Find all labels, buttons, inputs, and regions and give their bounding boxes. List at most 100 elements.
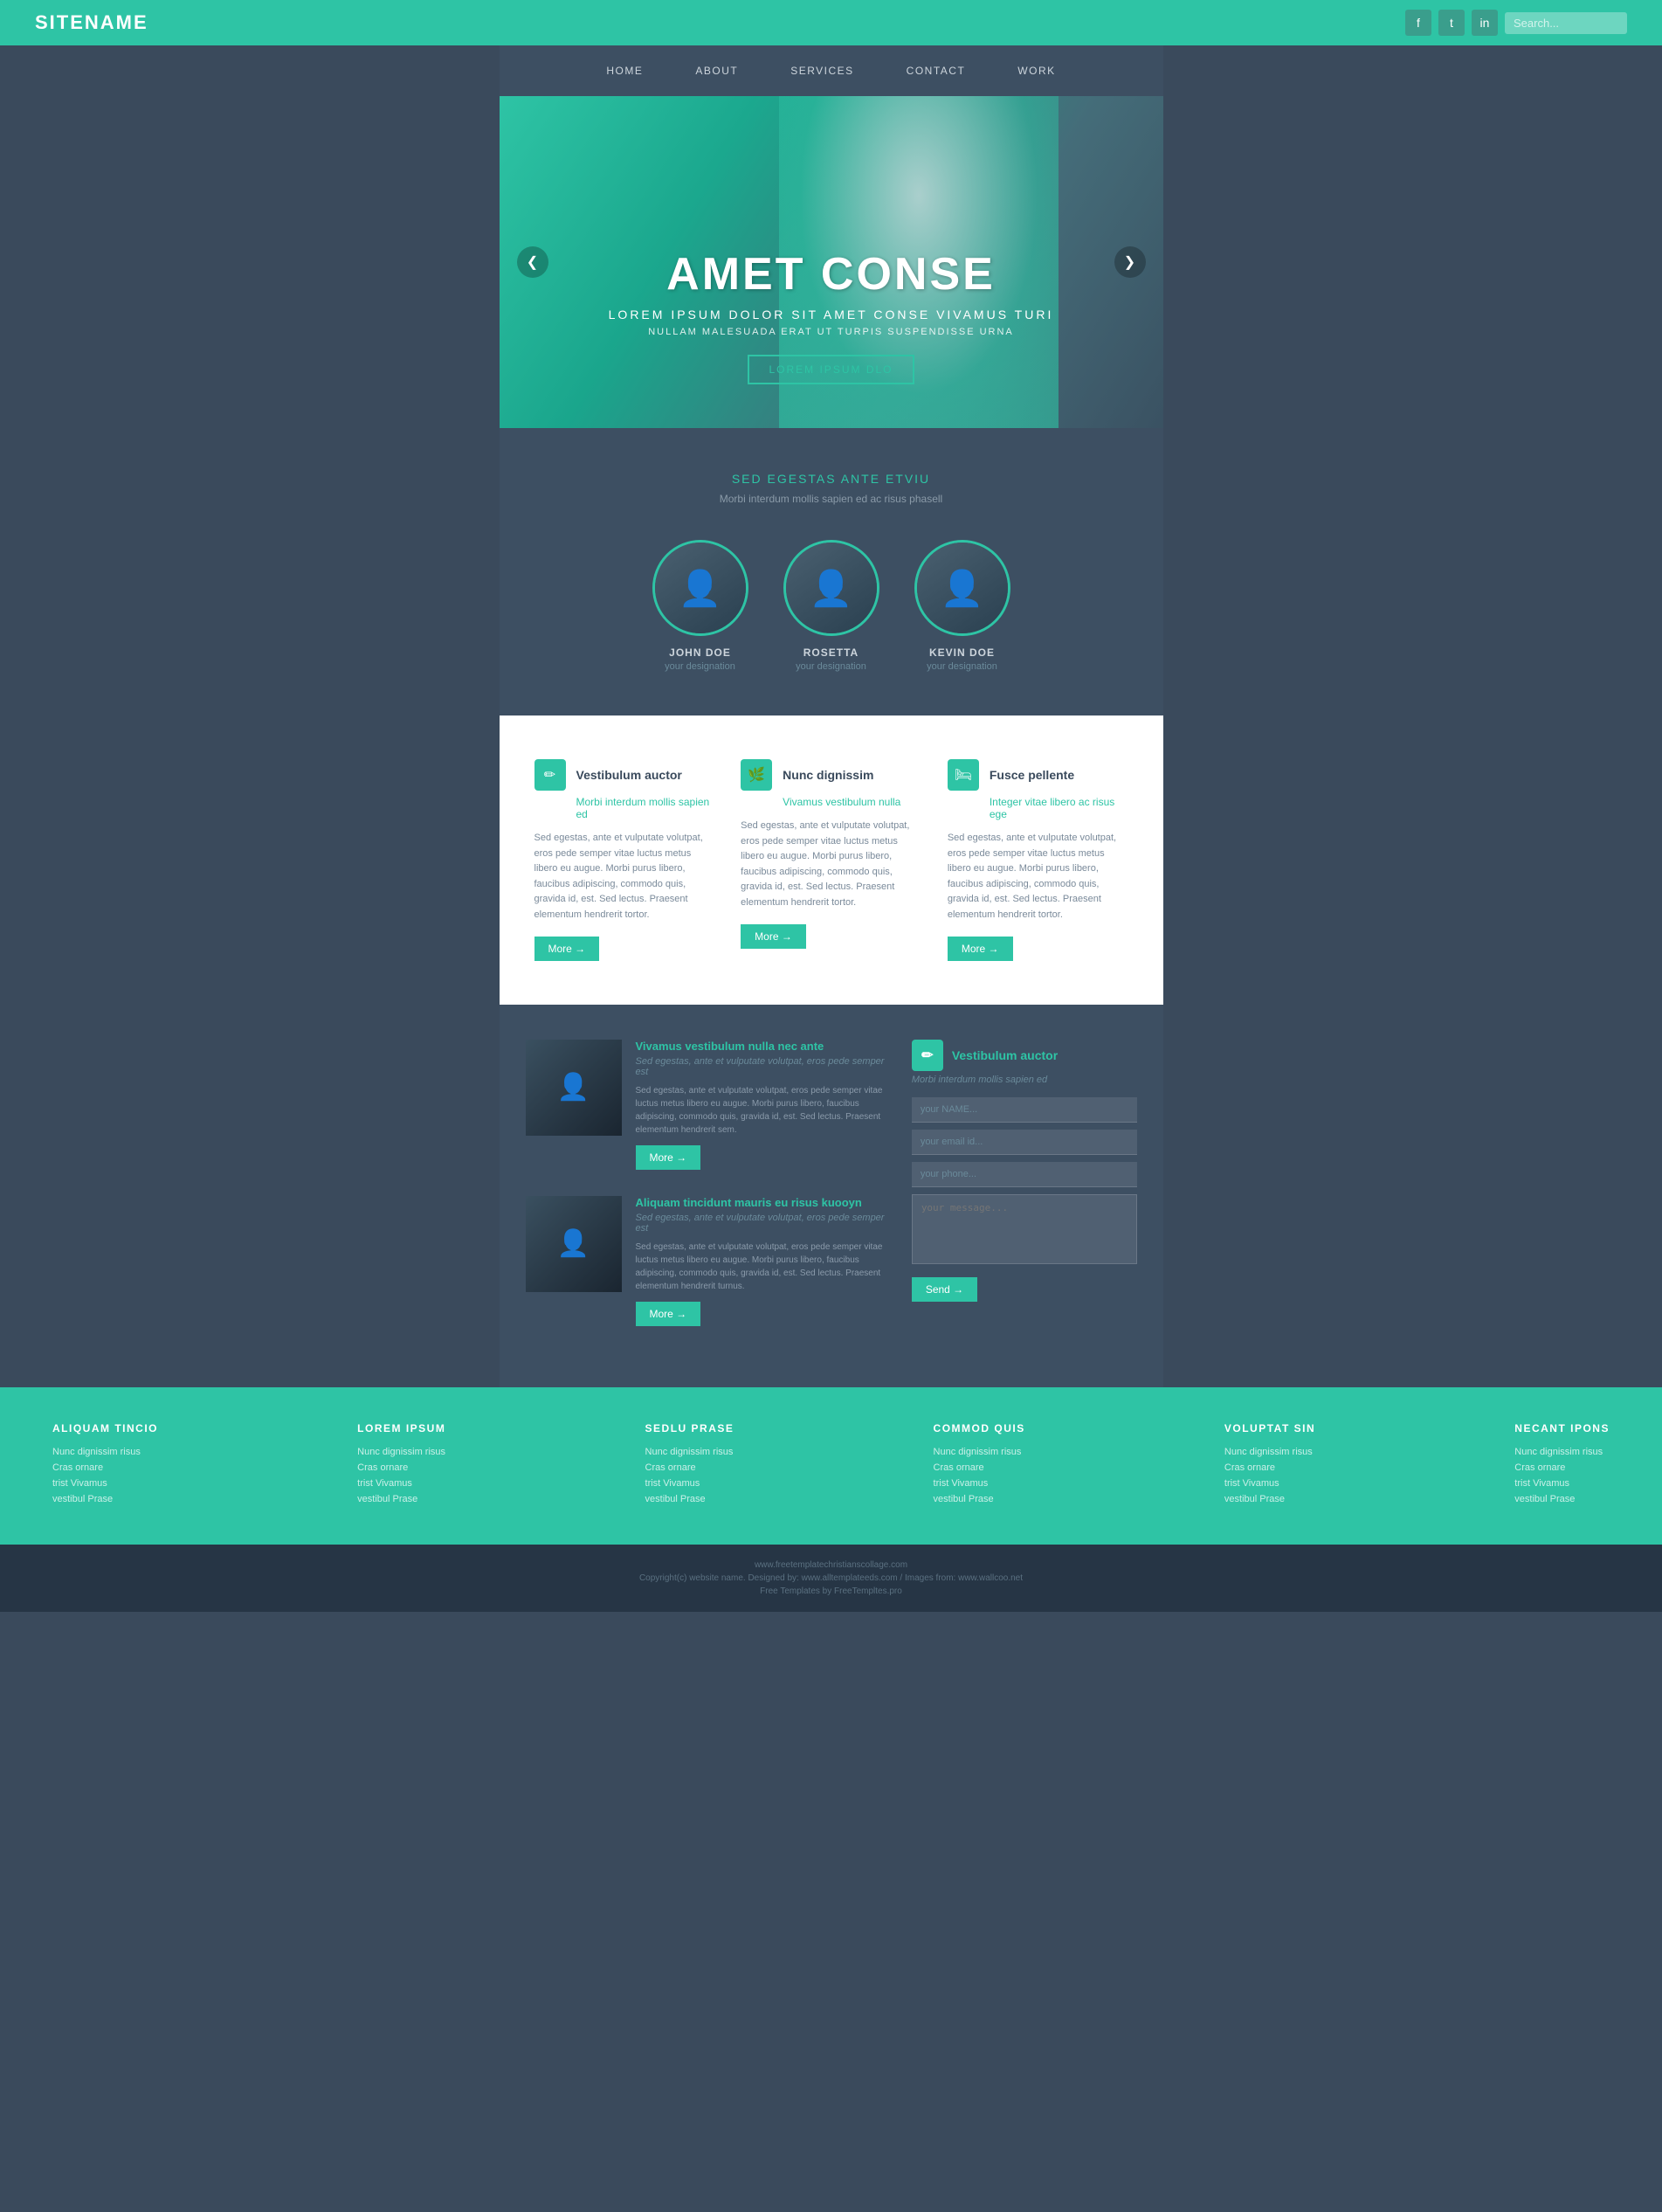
footer-link-6-4[interactable]: vestibul Prase xyxy=(1514,1494,1610,1504)
team-member-3: 👤 KEVIN DOE your designation xyxy=(914,540,1010,672)
footer-link-5-4[interactable]: vestibul Prase xyxy=(1224,1494,1315,1504)
twitter-icon[interactable]: t xyxy=(1438,10,1465,36)
blog-thumbnail-2: 👤 xyxy=(526,1196,622,1292)
footer-link-5-3[interactable]: trist Vivamus xyxy=(1224,1478,1315,1489)
service-icon-3: 🛏 xyxy=(948,759,979,791)
contact-message-field[interactable] xyxy=(912,1194,1137,1264)
footer-link-6-1[interactable]: Nunc dignissim risus xyxy=(1514,1447,1610,1457)
blog-title-1: Vivamus vestibulum nulla nec ante xyxy=(636,1040,886,1053)
footer-link-4-4[interactable]: vestibul Prase xyxy=(934,1494,1025,1504)
footer-col-2: LOREM IPSUM Nunc dignissim risus Cras or… xyxy=(357,1422,445,1510)
hero-tagline: NULLAM MALESUADA ERAT UT TURPIS SUSPENDI… xyxy=(609,327,1054,337)
footer-link-3-3[interactable]: trist Vivamus xyxy=(645,1478,734,1489)
blog-subtitle-2: Sed egestas, ante et vulputate volutpat,… xyxy=(636,1213,886,1234)
blog-text-2: Sed egestas, ante et vulputate volutpat,… xyxy=(636,1241,886,1293)
team-section: SED EGESTAS ANTE ETVIU Morbi interdum mo… xyxy=(500,428,1163,715)
avatar-placeholder-3: 👤 xyxy=(917,543,1008,633)
nav-services[interactable]: SERVICES xyxy=(790,65,853,77)
team-designation-2: your designation xyxy=(796,661,866,672)
footer-col-title-1: ALIQUAM TINCIO xyxy=(52,1422,158,1434)
contact-name-field[interactable] xyxy=(912,1097,1137,1123)
service-text-3: Sed egestas, ante et vulputate volutpat,… xyxy=(948,831,1128,923)
footer-link-4-2[interactable]: Cras ornare xyxy=(934,1462,1025,1473)
contact-email-field[interactable] xyxy=(912,1130,1137,1155)
footer-col-5: VOLUPTAT SIN Nunc dignissim risus Cras o… xyxy=(1224,1422,1315,1510)
footer-col-title-2: LOREM IPSUM xyxy=(357,1422,445,1434)
service-more-button-2[interactable]: More → xyxy=(741,924,806,949)
footer-link-3-4[interactable]: vestibul Prase xyxy=(645,1494,734,1504)
footer-col-title-5: VOLUPTAT SIN xyxy=(1224,1422,1315,1434)
service-highlight-2: Vivamus vestibulum nulla xyxy=(783,796,921,808)
blog-info-1: Vivamus vestibulum nulla nec ante Sed eg… xyxy=(636,1040,886,1170)
service-card-3: 🛏 Fusce pellente Integer vitae libero ac… xyxy=(948,759,1128,961)
service-card-2: 🌿 Nunc dignissim Vivamus vestibulum null… xyxy=(741,759,921,961)
footer-col-3: SEDLU PRASE Nunc dignissim risus Cras or… xyxy=(645,1422,734,1510)
hero-title: AMET CONSE xyxy=(609,248,1054,301)
team-member-1: 👤 JOHN DOE your designation xyxy=(652,540,748,672)
footer-copyright: Copyright(c) website name. Designed by: … xyxy=(639,1573,1023,1583)
nav-home[interactable]: HOME xyxy=(606,65,643,77)
slider-next-button[interactable]: ❯ xyxy=(1114,246,1146,278)
service-header-1: ✏ Vestibulum auctor xyxy=(534,759,715,791)
team-designation-1: your designation xyxy=(665,661,735,672)
footer-link-1-3[interactable]: trist Vivamus xyxy=(52,1478,158,1489)
footer-col-title-3: SEDLU PRASE xyxy=(645,1422,734,1434)
footer-free-templates: Free Templates by FreeTempltes.pro xyxy=(760,1586,902,1596)
arrow-right-icon: ❯ xyxy=(1124,253,1135,271)
service-title-1: Vestibulum auctor xyxy=(576,768,682,782)
nav-work[interactable]: WORK xyxy=(1017,65,1055,77)
blog-subtitle-1: Sed egestas, ante et vulputate volutpat,… xyxy=(636,1056,886,1077)
service-header-3: 🛏 Fusce pellente xyxy=(948,759,1128,791)
social-search-area: f t in xyxy=(1405,10,1627,36)
blog-thumbnail-1: 👤 xyxy=(526,1040,622,1136)
footer-link-5-1[interactable]: Nunc dignissim risus xyxy=(1224,1447,1315,1457)
footer-link-4-3[interactable]: trist Vivamus xyxy=(934,1478,1025,1489)
main-nav: HOME ABOUT SERVICES CONTACT WORK xyxy=(500,45,1163,96)
footer-link-2-2[interactable]: Cras ornare xyxy=(357,1462,445,1473)
service-more-button-1[interactable]: More → xyxy=(534,937,600,961)
footer-link-2-4[interactable]: vestibul Prase xyxy=(357,1494,445,1504)
footer-col-title-4: COMMOD QUIS xyxy=(934,1422,1025,1434)
service-highlight-1: Morbi interdum mollis sapien ed xyxy=(576,796,715,820)
footer-link-1-1[interactable]: Nunc dignissim risus xyxy=(52,1447,158,1457)
footer-link-6-3[interactable]: trist Vivamus xyxy=(1514,1478,1610,1489)
top-bar: SITENAME f t in xyxy=(0,0,1662,45)
facebook-icon[interactable]: f xyxy=(1405,10,1431,36)
blog-more-button-2[interactable]: More → xyxy=(636,1302,701,1326)
footer-link-2-3[interactable]: trist Vivamus xyxy=(357,1478,445,1489)
blog-contact-section: 👤 Vivamus vestibulum nulla nec ante Sed … xyxy=(500,1005,1163,1387)
nav-about[interactable]: ABOUT xyxy=(695,65,738,77)
footer-link-5-2[interactable]: Cras ornare xyxy=(1224,1462,1315,1473)
services-section: ✏ Vestibulum auctor Morbi interdum molli… xyxy=(500,715,1163,1005)
team-member-2: 👤 ROSETTA your designation xyxy=(783,540,879,672)
thumb-placeholder-1: 👤 xyxy=(526,1040,622,1136)
footer-link-3-1[interactable]: Nunc dignissim risus xyxy=(645,1447,734,1457)
team-designation-3: your designation xyxy=(927,661,997,672)
footer-link-1-2[interactable]: Cras ornare xyxy=(52,1462,158,1473)
footer-link-3-2[interactable]: Cras ornare xyxy=(645,1462,734,1473)
search-input[interactable] xyxy=(1505,12,1627,34)
service-card-1: ✏ Vestibulum auctor Morbi interdum molli… xyxy=(534,759,715,961)
footer-grid: ALIQUAM TINCIO Nunc dignissim risus Cras… xyxy=(52,1422,1610,1510)
footer-link-6-2[interactable]: Cras ornare xyxy=(1514,1462,1610,1473)
service-header-2: 🌿 Nunc dignissim xyxy=(741,759,921,791)
nav-contact[interactable]: CONTACT xyxy=(907,65,966,77)
footer-link-1-4[interactable]: vestibul Prase xyxy=(52,1494,158,1504)
blog-more-button-1[interactable]: More → xyxy=(636,1145,701,1170)
service-highlight-3: Integer vitae libero ac risus ege xyxy=(990,796,1128,820)
footer-col-4: COMMOD QUIS Nunc dignissim risus Cras or… xyxy=(934,1422,1025,1510)
contact-phone-field[interactable] xyxy=(912,1162,1137,1187)
footer-link-4-1[interactable]: Nunc dignissim risus xyxy=(934,1447,1025,1457)
contact-subtitle: Morbi interdum mollis sapien ed xyxy=(912,1075,1137,1085)
service-more-button-3[interactable]: More → xyxy=(948,937,1013,961)
team-name-1: JOHN DOE xyxy=(669,646,731,659)
linkedin-icon[interactable]: in xyxy=(1472,10,1498,36)
hero-cta-button[interactable]: LOREM IPSUM DLO xyxy=(748,355,914,384)
footer-link-2-1[interactable]: Nunc dignissim risus xyxy=(357,1447,445,1457)
footer-col-6: NECANT IPONS Nunc dignissim risus Cras o… xyxy=(1514,1422,1610,1510)
slider-prev-button[interactable]: ❮ xyxy=(517,246,548,278)
avatar-placeholder-2: 👤 xyxy=(786,543,877,633)
services-grid: ✏ Vestibulum auctor Morbi interdum molli… xyxy=(534,759,1128,961)
team-section-desc: Morbi interdum mollis sapien ed ac risus… xyxy=(517,493,1146,505)
contact-send-button[interactable]: Send → xyxy=(912,1277,977,1302)
